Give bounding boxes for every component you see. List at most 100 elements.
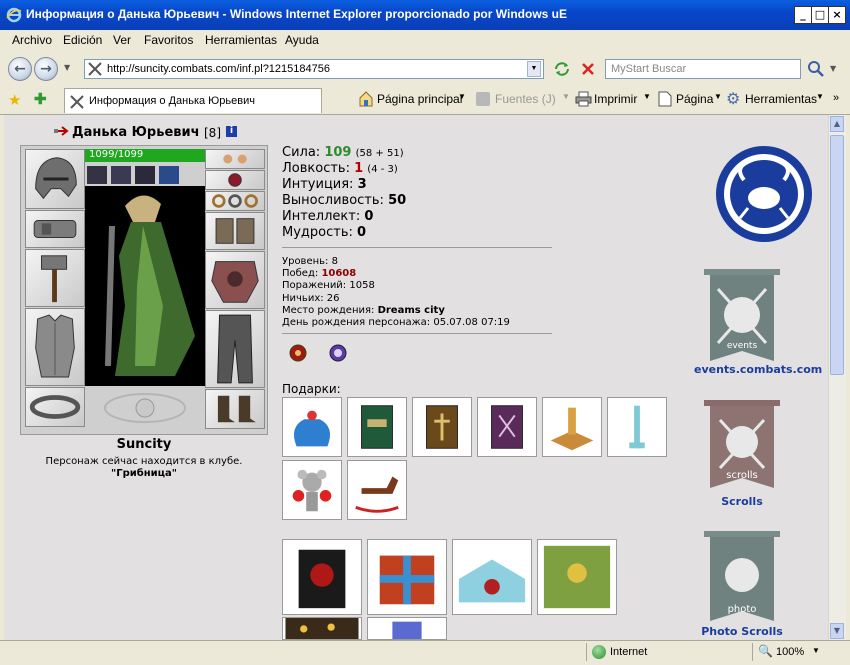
gift-item[interactable] — [542, 397, 602, 457]
url-input[interactable]: http://suncity.combats.com/inf.pl?121518… — [84, 59, 544, 79]
clan-emblem[interactable] — [714, 144, 814, 244]
ability-slot-4-icon[interactable] — [159, 166, 179, 184]
slot-boots[interactable] — [205, 389, 265, 429]
vertical-scrollbar[interactable]: ▲ ▼ — [828, 115, 846, 640]
feeds-dropdown-icon[interactable]: ▼ — [562, 92, 570, 101]
zoom-magnifier-icon[interactable]: 🔍 — [758, 644, 773, 658]
menu-bar: Archivo Edición Ver Favoritos Herramient… — [0, 30, 850, 50]
menu-herramientas[interactable]: Herramientas — [205, 33, 277, 47]
private-message-arrow-icon[interactable] — [54, 125, 74, 137]
hp-text: 1099/1099 — [89, 149, 144, 160]
tools-dropdown-icon[interactable]: ▼ — [816, 92, 824, 101]
menu-ayuda[interactable]: Ayuda — [285, 33, 319, 47]
stop-icon[interactable] — [578, 59, 598, 79]
events-link[interactable]: events.combats.com — [694, 363, 822, 376]
gift-item-large[interactable] — [282, 539, 362, 615]
forward-button[interactable]: → — [34, 57, 58, 81]
scrolls-banner[interactable]: scrolls — [704, 400, 780, 496]
gift-item[interactable] — [282, 460, 342, 520]
back-button[interactable]: ← — [8, 57, 32, 81]
ability-slot-1-icon[interactable] — [87, 166, 107, 184]
gift-item-large[interactable] — [452, 539, 532, 615]
search-placeholder: MyStart Buscar — [611, 63, 687, 75]
scroll-thumb[interactable] — [830, 135, 844, 375]
zoom-level[interactable]: 100% — [776, 646, 804, 658]
gift-item[interactable] — [477, 397, 537, 457]
add-favorite-icon[interactable]: ✚ — [34, 90, 47, 108]
close-button[interactable]: × — [828, 6, 846, 24]
page-menu-button[interactable]: Página — [676, 92, 713, 106]
favorites-star-icon[interactable]: ★ — [8, 91, 21, 109]
events-banner[interactable]: events — [704, 269, 780, 369]
slot-armor[interactable] — [25, 308, 85, 386]
toolbar-overflow-icon[interactable]: » — [833, 92, 839, 104]
photo-scrolls-banner[interactable]: photo — [704, 531, 780, 625]
status-divider — [752, 643, 753, 661]
slot-gloves[interactable] — [205, 212, 265, 250]
refresh-icon[interactable] — [552, 59, 572, 79]
slot-amulet[interactable] — [205, 170, 265, 190]
stat-row: Ловкость: 1 (4 - 3) — [282, 161, 562, 177]
info-icon[interactable]: i — [226, 126, 237, 137]
scrolls-caption: scrolls — [726, 470, 758, 481]
gift-item-large[interactable] — [367, 617, 447, 640]
history-dropdown-icon[interactable]: ▼ — [64, 63, 70, 72]
align-badge-icon[interactable] — [328, 343, 348, 363]
gift-item-large[interactable] — [367, 539, 447, 615]
menu-favoritos[interactable]: Favoritos — [144, 33, 193, 47]
photo-scrolls-link[interactable]: Photo Scrolls — [698, 625, 786, 638]
scroll-down-icon[interactable]: ▼ — [830, 623, 844, 639]
search-input[interactable]: MyStart Buscar — [605, 59, 801, 79]
gift-item[interactable] — [607, 397, 667, 457]
tab-current[interactable]: Информация о Данька Юрьевич — [64, 88, 322, 113]
slot-helmet[interactable] — [25, 149, 85, 209]
birthday-label: День рождения персонажа: — [282, 317, 431, 329]
amulet-icon — [228, 173, 242, 187]
gift-item[interactable] — [412, 397, 472, 457]
gift-item[interactable] — [347, 460, 407, 520]
leggings-icon — [217, 314, 253, 384]
hammer-icon — [41, 255, 68, 303]
page-dropdown-icon[interactable]: ▼ — [714, 92, 722, 101]
gift-item-large[interactable] — [537, 539, 617, 615]
home-dropdown-icon[interactable]: ▼ — [458, 92, 466, 101]
slot-belt[interactable] — [25, 387, 85, 427]
minimize-button[interactable]: _ — [794, 6, 812, 24]
losses-label: Поражений: — [282, 280, 347, 292]
rank-badge-icon[interactable] — [288, 343, 308, 363]
slot-rings[interactable] — [205, 191, 265, 211]
slot-weapon[interactable] — [25, 249, 85, 307]
slot-leggings[interactable] — [205, 310, 265, 388]
gift-ice-tower-icon — [629, 405, 645, 449]
search-icon[interactable] — [806, 59, 826, 79]
gift-item[interactable] — [347, 397, 407, 457]
url-dropdown-icon[interactable]: ▼ — [527, 61, 541, 77]
print-button[interactable]: Imprimir — [594, 92, 637, 106]
slot-earrings[interactable] — [205, 149, 265, 169]
tools-menu-button[interactable]: Herramientas — [745, 92, 817, 106]
slot-bracer[interactable] — [25, 210, 85, 248]
scrolls-link[interactable]: Scrolls — [704, 495, 780, 508]
gift-item[interactable] — [282, 397, 342, 457]
menu-ver[interactable]: Ver — [113, 33, 131, 47]
zoom-dropdown-icon[interactable]: ▼ — [812, 646, 820, 655]
page-content: Данька Юрьевич [8] i 1099/1099 Suncity П… — [4, 115, 828, 640]
feeds-button[interactable]: Fuentes (J) — [495, 92, 556, 106]
ability-slot-2-icon[interactable] — [111, 166, 131, 184]
slot-shield[interactable] — [205, 251, 265, 309]
gift-lights-icon — [285, 618, 359, 639]
maximize-button[interactable]: □ — [811, 6, 829, 24]
home-button[interactable]: Página principal — [377, 92, 462, 106]
ability-slot-3-icon[interactable] — [135, 166, 155, 184]
level-value: 8 — [331, 256, 338, 267]
stat-value: 109 — [324, 145, 352, 160]
home-icon — [358, 90, 374, 108]
scroll-up-icon[interactable]: ▲ — [830, 116, 844, 132]
gift-item-large[interactable] — [282, 617, 362, 640]
stat-value: 50 — [388, 193, 407, 208]
print-dropdown-icon[interactable]: ▼ — [643, 92, 651, 101]
level-label: Уровень: — [282, 256, 329, 267]
menu-archivo[interactable]: Archivo — [12, 33, 52, 47]
search-options-icon[interactable]: ▼ — [830, 64, 836, 73]
menu-edicion[interactable]: Edición — [63, 33, 102, 47]
